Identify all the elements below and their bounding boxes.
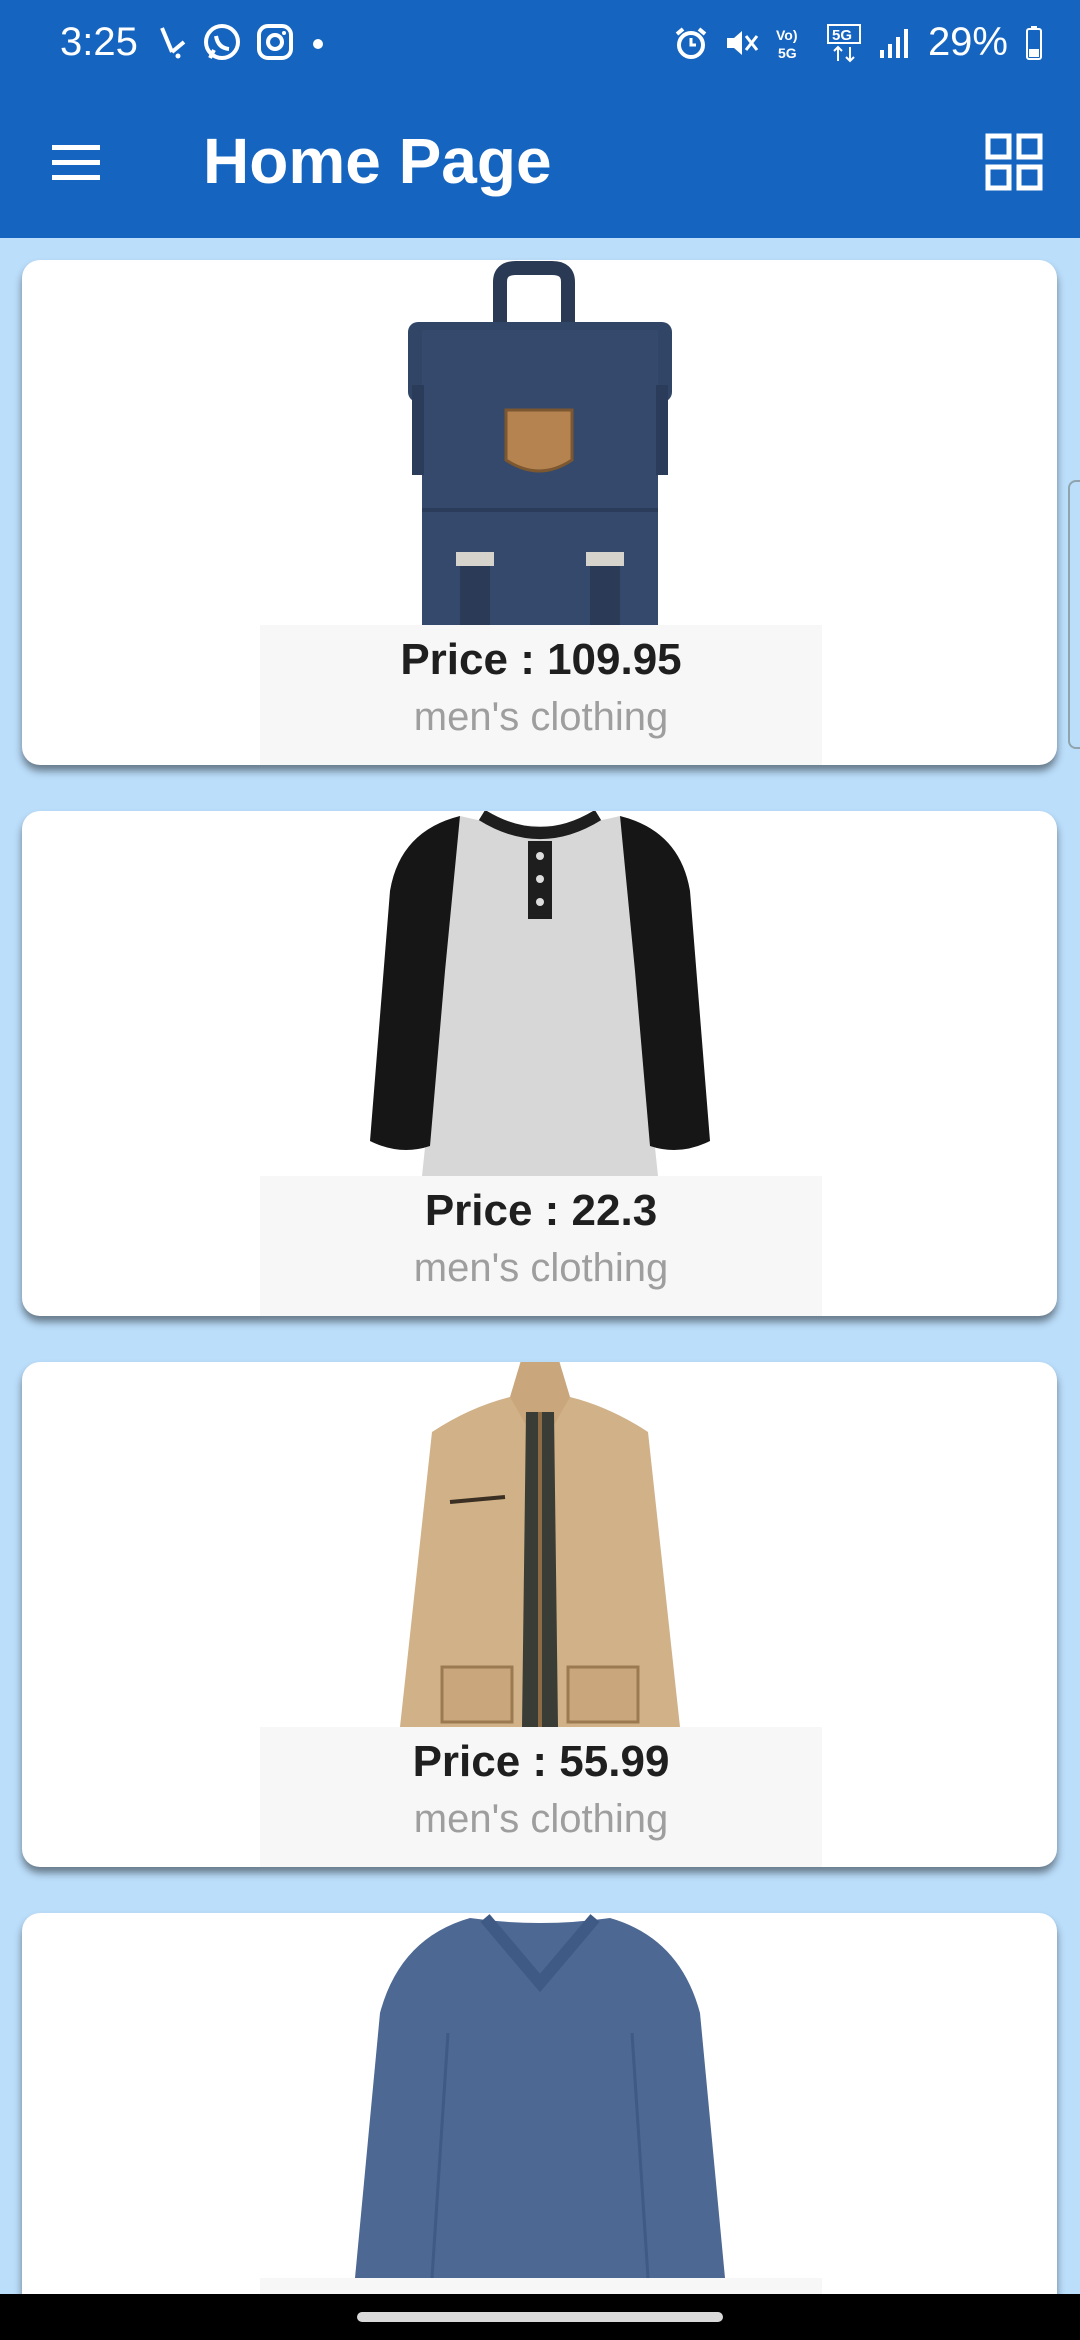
hamburger-menu-icon[interactable] bbox=[48, 135, 104, 191]
signal-icon bbox=[879, 28, 908, 58]
battery-percent: 29% bbox=[927, 20, 1008, 64]
product-card[interactable]: Price : 109.95 men's clothing bbox=[22, 260, 1057, 765]
navigation-bar bbox=[0, 2294, 1080, 2340]
product-image-backpack bbox=[407, 261, 672, 625]
product-list[interactable]: Price : 109.95 men's clothing Price : 22… bbox=[0, 238, 1080, 2294]
product-price: Price : 109.95 bbox=[400, 635, 682, 684]
grid-view-icon[interactable] bbox=[984, 132, 1044, 192]
product-price: Price : 22.3 bbox=[424, 1186, 658, 1235]
page-title: Home Page bbox=[203, 125, 552, 197]
home-gesture-handle[interactable] bbox=[357, 2312, 723, 2322]
5g-icon: 5G bbox=[826, 23, 861, 62]
app-bar: Home Page bbox=[0, 88, 1080, 238]
product-card[interactable]: Price : 55.99 men's clothing bbox=[22, 1362, 1057, 1867]
scrollbar-handle[interactable] bbox=[1068, 480, 1080, 749]
svg-text:5G: 5G bbox=[778, 45, 797, 61]
battery-icon bbox=[1026, 25, 1042, 60]
status-time: 3:25 bbox=[60, 20, 138, 64]
product-info bbox=[260, 2278, 822, 2294]
product-price: Price : 55.99 bbox=[412, 1737, 670, 1786]
product-info: Price : 55.99 men's clothing bbox=[260, 1727, 822, 1867]
missed-call-icon bbox=[160, 27, 186, 59]
product-category: men's clothing bbox=[413, 1797, 669, 1841]
product-info: Price : 22.3 men's clothing bbox=[260, 1176, 822, 1316]
product-card[interactable] bbox=[22, 1913, 1057, 2294]
alarm-icon bbox=[675, 26, 707, 59]
status-bar: 3:25 Vo) 5G 5G 29% bbox=[0, 0, 1080, 88]
dot-icon bbox=[313, 39, 323, 49]
volte-icon: Vo) 5G bbox=[776, 27, 798, 61]
svg-text:Vo): Vo) bbox=[776, 27, 798, 43]
product-image-long-sleeve-vneck bbox=[354, 1914, 725, 2278]
instagram-icon bbox=[257, 24, 293, 60]
svg-text:5G: 5G bbox=[832, 27, 852, 44]
product-card[interactable]: Price : 22.3 men's clothing bbox=[22, 811, 1057, 1316]
product-category: men's clothing bbox=[413, 1246, 669, 1290]
whatsapp-icon bbox=[204, 24, 240, 60]
mute-icon bbox=[726, 30, 759, 55]
product-image-raglan-tshirt bbox=[369, 811, 710, 1176]
product-info: Price : 109.95 men's clothing bbox=[260, 625, 822, 765]
product-image-cotton-jacket bbox=[399, 1362, 680, 1727]
product-category: men's clothing bbox=[413, 695, 669, 739]
